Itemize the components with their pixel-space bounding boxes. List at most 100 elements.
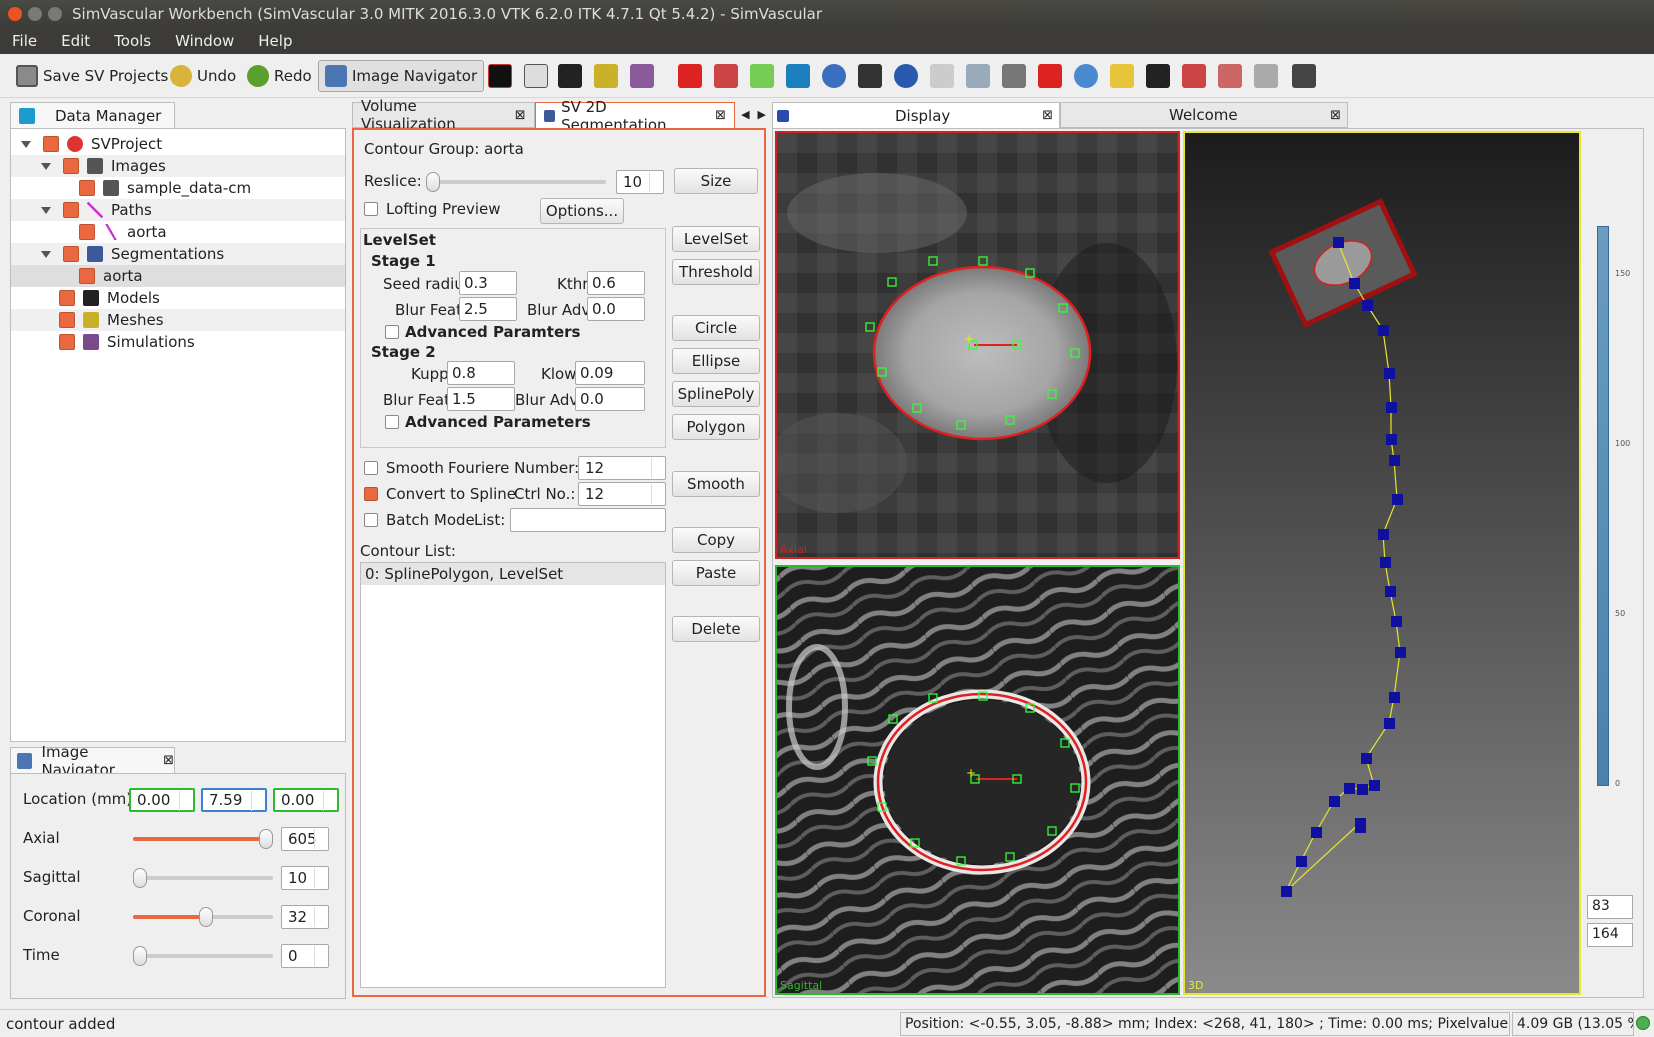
path-control-point[interactable] xyxy=(1380,557,1391,568)
path-control-point[interactable] xyxy=(1378,325,1389,336)
circle-button[interactable]: Circle xyxy=(672,315,760,341)
path-control-point[interactable] xyxy=(1296,856,1307,867)
tree-item-sample-data[interactable]: sample_data-cm xyxy=(11,177,345,199)
kupp-field[interactable]: 0.8 xyxy=(447,361,515,385)
path-control-point[interactable] xyxy=(1362,300,1373,311)
tab-data-manager[interactable]: Data Manager xyxy=(10,102,175,128)
simulation-tool-icon[interactable] xyxy=(630,64,654,88)
path-control-point[interactable] xyxy=(1355,822,1366,833)
menu-file[interactable]: File xyxy=(0,32,49,50)
batch-list-field[interactable] xyxy=(510,508,666,532)
eye-icon[interactable] xyxy=(1292,64,1316,88)
sagittal-slider[interactable] xyxy=(133,876,273,880)
tree-item-models[interactable]: Models xyxy=(11,287,345,309)
location-z-field[interactable]: 0.00 xyxy=(273,788,339,812)
path-control-point[interactable] xyxy=(1392,494,1403,505)
coronal-spinbox[interactable]: 32 xyxy=(281,905,329,929)
seed-radius-field[interactable]: 0.3 xyxy=(459,271,517,295)
path-control-point[interactable] xyxy=(1311,827,1322,838)
visibility-checkbox[interactable] xyxy=(43,136,59,152)
blur-feat2-field[interactable]: 1.5 xyxy=(447,387,515,411)
grid-icon[interactable] xyxy=(930,64,954,88)
path-control-point[interactable] xyxy=(1384,718,1395,729)
minimize-window-button[interactable] xyxy=(28,7,42,21)
close-icon[interactable]: ⊠ xyxy=(1330,108,1341,123)
close-icon[interactable]: ⊠ xyxy=(1042,108,1053,123)
path-control-point[interactable] xyxy=(1349,278,1360,289)
path-tool-icon[interactable] xyxy=(524,64,548,88)
undo-button[interactable]: Undo xyxy=(170,60,236,92)
scale-bottom-field[interactable]: 164 xyxy=(1587,923,1633,947)
time-spinbox[interactable]: 0 xyxy=(281,944,329,968)
blur-adv2-field[interactable]: 0.0 xyxy=(575,387,645,411)
segment-icon[interactable] xyxy=(750,64,774,88)
search-icon[interactable] xyxy=(1074,64,1098,88)
python-icon[interactable] xyxy=(1110,64,1134,88)
path-control-point[interactable] xyxy=(1384,368,1395,379)
path-control-point[interactable] xyxy=(1378,529,1389,540)
network-icon[interactable] xyxy=(1218,64,1242,88)
size-button[interactable]: Size xyxy=(674,168,758,194)
image-navigator-toggle[interactable]: Image Navigator xyxy=(318,60,485,92)
visibility-checkbox[interactable] xyxy=(79,180,95,196)
polygon-button[interactable]: Polygon xyxy=(672,414,760,440)
measure-icon[interactable] xyxy=(714,64,738,88)
paste-button[interactable]: Paste xyxy=(672,560,760,586)
tree-item-svproject[interactable]: SVProject xyxy=(11,133,345,155)
path-control-point[interactable] xyxy=(1361,753,1372,764)
sagittal-slider-handle[interactable] xyxy=(133,868,147,888)
maximize-window-button[interactable] xyxy=(48,7,62,21)
help-icon[interactable] xyxy=(822,64,846,88)
coronal-slider-handle[interactable] xyxy=(198,907,213,927)
visibility-checkbox[interactable] xyxy=(63,246,79,262)
histogram-icon[interactable] xyxy=(1254,64,1278,88)
blur-adv-field[interactable]: 0.0 xyxy=(587,297,645,321)
splinepoly-button[interactable]: SplinePoly xyxy=(672,381,760,407)
visibility-checkbox[interactable] xyxy=(79,268,95,284)
smooth-button[interactable]: Smooth xyxy=(672,471,760,497)
menu-tools[interactable]: Tools xyxy=(102,32,163,50)
3d-viewport[interactable]: 3D xyxy=(1183,131,1581,995)
options-button[interactable]: Options... xyxy=(540,198,624,224)
close-icon[interactable]: ⊠ xyxy=(163,753,174,768)
tab-image-navigator[interactable]: Image Navigator ⊠ xyxy=(10,743,175,779)
batch-mode-checkbox[interactable] xyxy=(364,513,378,527)
time-slider[interactable] xyxy=(133,954,273,958)
path-control-point[interactable] xyxy=(1389,692,1400,703)
ellipse-button[interactable]: Ellipse xyxy=(672,348,760,374)
lofting-preview-checkbox[interactable] xyxy=(364,202,378,216)
path-control-point[interactable] xyxy=(1329,796,1340,807)
axial-viewport[interactable]: + Axial xyxy=(775,131,1180,559)
camera-icon[interactable] xyxy=(1146,64,1170,88)
visibility-checkbox[interactable] xyxy=(59,290,75,306)
advanced-params2-checkbox[interactable] xyxy=(385,415,399,429)
path-control-point[interactable] xyxy=(1391,616,1402,627)
tab-sv-2d-segmentation[interactable]: SV 2D Segmentation ⊠ xyxy=(534,98,736,134)
tree-item-segmentations[interactable]: Segmentations xyxy=(11,243,345,265)
list-item[interactable]: 0: SplinePolygon, LevelSet xyxy=(361,563,665,585)
movie-icon[interactable] xyxy=(1182,64,1206,88)
tree-item-images[interactable]: Images xyxy=(11,155,345,177)
close-icon[interactable]: ⊠ xyxy=(715,108,726,123)
axes-icon[interactable] xyxy=(966,64,990,88)
screenshot-icon[interactable] xyxy=(1002,64,1026,88)
tab-volume-visualization[interactable]: Volume Visualization ⊠ xyxy=(352,97,535,133)
path-control-point[interactable] xyxy=(1385,586,1396,597)
axial-slider-handle[interactable] xyxy=(259,829,273,849)
tree-item-simulations[interactable]: Simulations xyxy=(11,331,345,353)
path-control-point[interactable] xyxy=(1386,402,1397,413)
cube-icon[interactable] xyxy=(786,64,810,88)
tab-display[interactable]: Display ⊠ xyxy=(772,102,1060,128)
kthr-field[interactable]: 0.6 xyxy=(587,271,645,295)
klow-field[interactable]: 0.09 xyxy=(575,361,645,385)
visibility-checkbox[interactable] xyxy=(63,202,79,218)
menu-help[interactable]: Help xyxy=(246,32,304,50)
convert-to-spline-checkbox[interactable] xyxy=(364,487,378,501)
image-tool-icon[interactable] xyxy=(488,64,512,88)
reslice-spinbox[interactable]: 10 xyxy=(616,170,664,194)
tree-item-meshes[interactable]: Meshes xyxy=(11,309,345,331)
mesh-tool-icon[interactable] xyxy=(594,64,618,88)
redo-button[interactable]: Redo xyxy=(247,60,312,92)
fourier-spinbox[interactable]: 12 xyxy=(578,456,666,480)
reslice-slider[interactable] xyxy=(426,180,606,184)
